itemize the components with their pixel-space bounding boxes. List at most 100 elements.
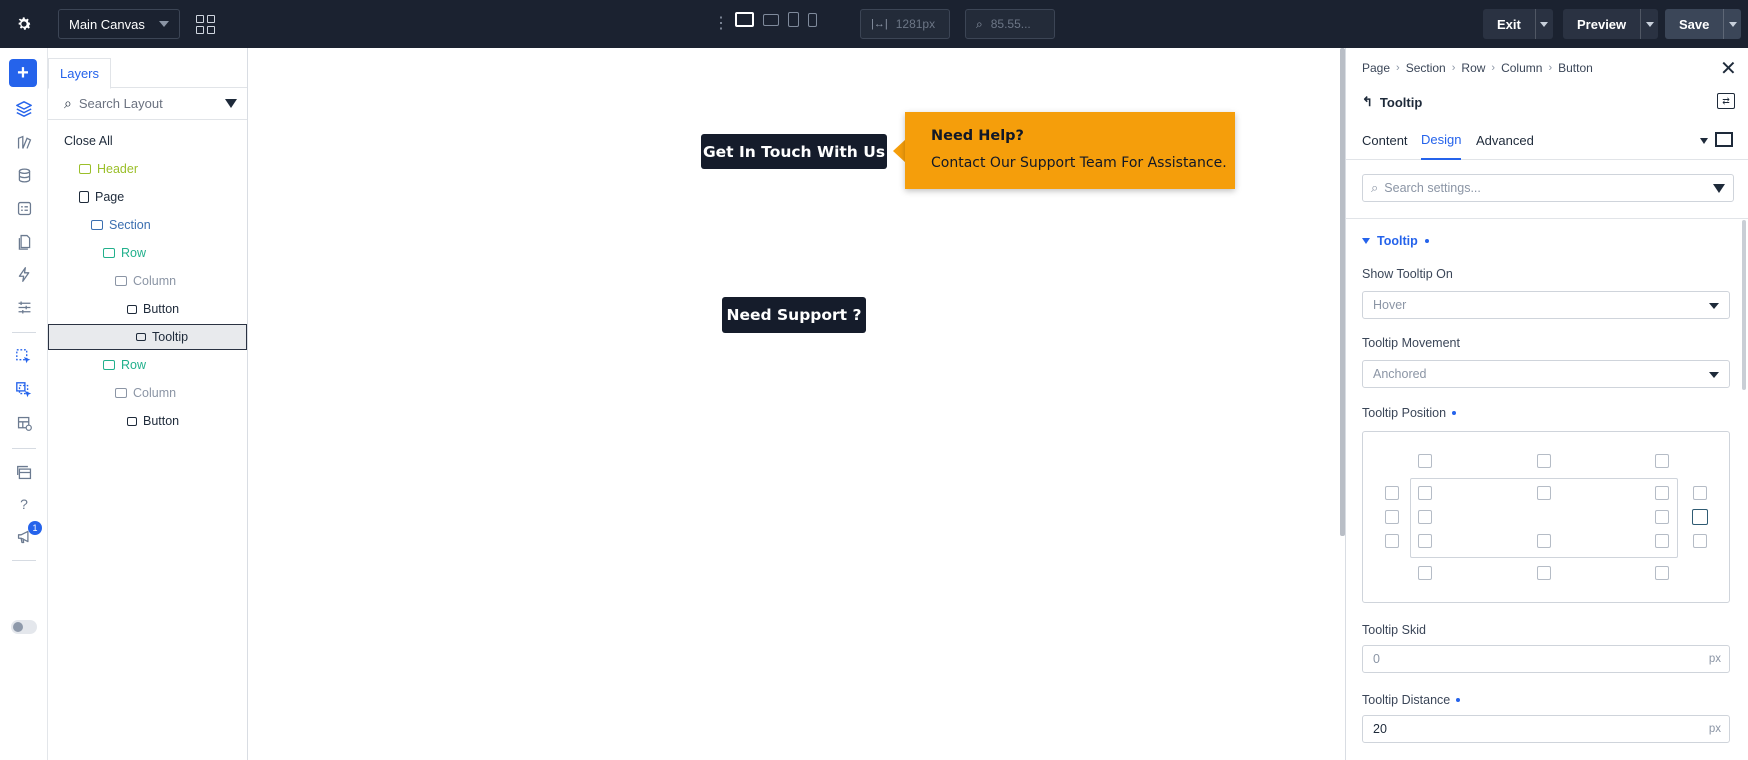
database-icon[interactable] (12, 163, 36, 187)
position-top-checkbox[interactable] (1537, 454, 1551, 468)
breadcrumb-page[interactable]: Page (1362, 61, 1390, 75)
tab-layers[interactable]: Layers (48, 58, 111, 89)
position-left-start-checkbox[interactable] (1385, 486, 1399, 500)
distance-unit[interactable]: px (1709, 723, 1721, 735)
interactions-bolt-icon[interactable] (12, 262, 36, 286)
close-all-button[interactable]: Close All (48, 128, 248, 154)
exit-options-chevron-icon[interactable] (1534, 9, 1553, 39)
settings-scrollbar[interactable] (1742, 220, 1746, 390)
position-bottom-start-checkbox[interactable] (1418, 566, 1432, 580)
position-left-end-checkbox[interactable] (1385, 534, 1399, 548)
breadcrumb: Page › Section › Row › Column › Button (1362, 61, 1593, 75)
skid-unit[interactable]: px (1709, 653, 1721, 665)
filter-icon[interactable] (225, 99, 237, 108)
position-bottom-end-checkbox[interactable] (1655, 566, 1669, 580)
design-library-icon[interactable] (12, 130, 36, 154)
position-right-checkbox[interactable] (1692, 509, 1708, 525)
multi-select-icon[interactable] (12, 378, 36, 402)
position-inner-bottom-checkbox[interactable] (1537, 534, 1551, 548)
tab-design[interactable]: Design (1421, 120, 1462, 160)
layer-item-row[interactable]: Row (48, 240, 248, 266)
canvas-width-input[interactable]: |↔| 1281px (860, 9, 950, 39)
preset-toggle-icon[interactable]: ⇄ (1717, 93, 1735, 109)
movement-select[interactable]: Anchored (1362, 360, 1730, 388)
position-inner-top-end-checkbox[interactable] (1655, 486, 1669, 500)
help-question-icon[interactable]: ? (12, 492, 36, 516)
need-support-button[interactable]: Need Support ? (722, 297, 866, 333)
layer-item-row[interactable]: Row (48, 352, 248, 378)
exit-label: Exit (1497, 16, 1521, 32)
breadcrumb-button[interactable]: Button (1558, 61, 1593, 75)
add-element-button[interactable]: + (9, 59, 37, 87)
layout-grid-icon[interactable] (190, 9, 220, 39)
search-icon: ⌕ (64, 95, 72, 111)
modified-dot-icon (1452, 411, 1457, 415)
tooltip-group-header[interactable]: Tooltip (1362, 234, 1429, 248)
layer-item-column[interactable]: Column (48, 380, 248, 406)
desktop-view-icon[interactable] (735, 12, 754, 27)
position-inner-bottom-start-checkbox[interactable] (1418, 534, 1432, 548)
divider (1346, 218, 1748, 219)
tooltip-popup[interactable]: Need Help? Contact Our Support Team For … (905, 112, 1235, 189)
position-inner-left-checkbox[interactable] (1418, 510, 1432, 524)
layers-icon[interactable] (12, 97, 36, 121)
layer-item-page[interactable]: Page (48, 184, 248, 210)
position-bottom-checkbox[interactable] (1537, 566, 1551, 580)
tooltip-title: Need Help? (931, 128, 1024, 144)
settings-search-input[interactable]: ⌕ Search settings... (1362, 174, 1734, 202)
position-inner-right-checkbox[interactable] (1655, 510, 1669, 524)
layer-item-header[interactable]: Header (48, 156, 248, 182)
layer-item-section[interactable]: Section (48, 212, 248, 238)
layers-search-input[interactable]: ⌕ Search Layout (48, 88, 247, 120)
position-left-checkbox[interactable] (1385, 510, 1399, 524)
tabs-options-chevron-icon[interactable] (1700, 138, 1708, 144)
phone-view-icon[interactable] (808, 12, 817, 27)
position-inner-bottom-end-checkbox[interactable] (1655, 534, 1669, 548)
position-top-end-checkbox[interactable] (1655, 454, 1669, 468)
position-inner-top-checkbox[interactable] (1537, 486, 1551, 500)
layer-item-button[interactable]: Button (48, 296, 248, 322)
structure-settings-icon[interactable] (12, 411, 36, 435)
position-inner-top-start-checkbox[interactable] (1418, 486, 1432, 500)
exit-button[interactable]: Exit (1483, 9, 1553, 39)
back-arrow-icon[interactable]: ↰ (1362, 94, 1373, 110)
save-button[interactable]: Save (1665, 9, 1742, 39)
tab-advanced[interactable]: Advanced (1476, 120, 1534, 160)
header-icon (79, 164, 91, 174)
theme-toggle[interactable] (11, 620, 37, 634)
layer-item-column[interactable]: Column (48, 268, 248, 294)
show-on-select[interactable]: Hover (1362, 291, 1730, 319)
zoom-input[interactable]: ⌕ 85.55... (965, 9, 1055, 39)
left-icon-rail: + ? 1 (0, 48, 48, 760)
position-top-start-checkbox[interactable] (1418, 454, 1432, 468)
distance-input[interactable]: 20 px (1362, 715, 1730, 743)
breadcrumb-row[interactable]: Row (1461, 61, 1485, 75)
save-options-chevron-icon[interactable] (1723, 9, 1741, 39)
close-all-label: Close All (64, 134, 113, 148)
responsive-view-icon[interactable] (1715, 132, 1733, 147)
layer-item-tooltip[interactable]: Tooltip (48, 324, 247, 350)
tablet-portrait-view-icon[interactable] (788, 12, 799, 27)
preview-options-chevron-icon[interactable] (1640, 9, 1658, 39)
filter-icon[interactable] (1713, 184, 1725, 193)
more-options-icon[interactable]: ⋮ (713, 14, 729, 34)
preview-button[interactable]: Preview (1563, 9, 1659, 39)
breadcrumb-section[interactable]: Section (1406, 61, 1446, 75)
stacked-layouts-icon[interactable] (12, 460, 36, 484)
get-in-touch-button[interactable]: Get In Touch With Us (701, 134, 887, 169)
position-right-start-checkbox[interactable] (1693, 486, 1707, 500)
layer-item-button[interactable]: Button (48, 408, 248, 434)
breadcrumb-column[interactable]: Column (1501, 61, 1542, 75)
tablet-landscape-view-icon[interactable] (763, 13, 779, 26)
pointer-select-icon[interactable] (12, 345, 36, 369)
canvas-selector-dropdown[interactable]: Main Canvas (58, 9, 180, 39)
close-icon[interactable]: ✕ (1720, 56, 1737, 81)
element-title[interactable]: ↰ Tooltip (1362, 94, 1422, 110)
forms-icon[interactable] (12, 196, 36, 220)
position-right-end-checkbox[interactable] (1693, 534, 1707, 548)
settings-gear-icon[interactable] (0, 0, 48, 48)
skid-input[interactable]: 0 px (1362, 645, 1730, 673)
tab-content[interactable]: Content (1362, 120, 1408, 160)
pages-icon[interactable] (12, 229, 36, 253)
list-settings-icon[interactable] (12, 295, 36, 319)
